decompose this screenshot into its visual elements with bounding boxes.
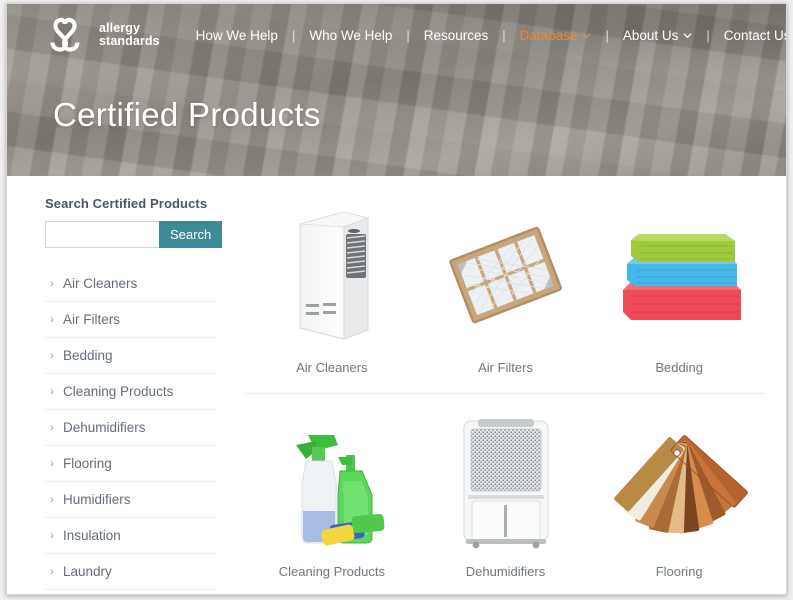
product-tile-air-filters[interactable]: Air Filters	[419, 190, 593, 393]
chevron-right-icon: ›	[50, 276, 54, 290]
screen: allergy standards How We Help | Who We Hel…	[0, 0, 793, 600]
nav-separator: |	[605, 27, 609, 43]
sidebar-item-cleaning-products[interactable]: › Cleaning Products	[45, 374, 215, 410]
nav-separator: |	[706, 27, 710, 43]
sidebar-item-air-cleaners[interactable]: › Air Cleaners	[45, 266, 215, 302]
chevron-right-icon: ›	[50, 456, 54, 470]
nav-item-resources[interactable]: Resources	[422, 28, 491, 43]
chevron-right-icon: ›	[50, 564, 54, 578]
product-label: Dehumidifiers	[465, 564, 546, 579]
folded-sheets-stack-photo	[598, 206, 760, 346]
chevron-right-icon: ›	[50, 528, 54, 542]
product-label: Air Cleaners	[296, 360, 368, 375]
wood-flooring-samples-photo	[598, 410, 760, 550]
sidebar-item-label: Humidifiers	[63, 492, 131, 507]
product-row: Cleaning Products Dehumidifiers Flooring	[245, 394, 766, 594]
product-tile-air-cleaners[interactable]: Air Cleaners	[245, 190, 419, 393]
sidebar-item-label: Bedding	[63, 348, 113, 363]
nav-separator: |	[502, 27, 506, 43]
sidebar-item-insulation[interactable]: › Insulation	[45, 518, 215, 554]
logo-line-2: standards	[99, 34, 160, 48]
product-grid: Air Cleaners Air Filters Bedding Cleanin…	[245, 190, 766, 594]
spray-bottles-sponges-photo	[251, 410, 413, 550]
sidebar-item-bedding[interactable]: › Bedding	[45, 338, 215, 374]
product-tile-cleaning-products[interactable]: Cleaning Products	[245, 394, 419, 594]
search-form: Search	[45, 221, 223, 248]
product-row: Air Cleaners Air Filters Bedding	[245, 190, 766, 394]
sidebar-item-label: Air Cleaners	[63, 276, 138, 291]
sidebar-item-dehumidifiers[interactable]: › Dehumidifiers	[45, 410, 215, 446]
nav-item-about-us[interactable]: About Us	[621, 28, 695, 43]
dehumidifier-unit-photo	[425, 410, 587, 550]
logo-line-1: allergy	[99, 20, 141, 35]
product-label: Bedding	[655, 360, 704, 375]
product-tile-flooring[interactable]: Flooring	[592, 394, 766, 594]
chevron-right-icon: ›	[50, 348, 54, 362]
nav-item-label: Database	[519, 27, 578, 43]
nav-item-label: Contact Us	[723, 27, 786, 43]
chevron-right-icon: ›	[50, 492, 54, 506]
nav-separator: |	[406, 27, 410, 43]
search-heading: Search Certified Products	[45, 196, 208, 211]
nav-separator: |	[291, 27, 296, 43]
nav-item-how-we-help[interactable]: How We Help	[194, 28, 280, 43]
site-logo[interactable]: allergy standards	[45, 17, 160, 53]
page-content: Search Certified Products Search › Air Cl…	[7, 176, 786, 594]
sidebar-item-label: Laundry	[63, 564, 112, 579]
chevron-down-icon	[582, 32, 592, 38]
chevron-down-icon	[683, 32, 692, 38]
search-input[interactable]	[45, 221, 159, 248]
chevron-right-icon: ›	[50, 420, 54, 434]
nav-item-label: Who We Help	[309, 27, 393, 43]
browser-viewport: allergy standards How We Help | Who We Hel…	[6, 3, 787, 595]
hero-banner: allergy standards How We Help | Who We Hel…	[7, 4, 786, 176]
sidebar-item-label: Flooring	[63, 456, 112, 471]
sidebar-item-paint[interactable]: ›Paint	[45, 590, 215, 594]
sidebar-item-label: Cleaning Products	[63, 384, 174, 399]
nav-item-label: Resources	[423, 27, 489, 43]
air-cleaner-tower-photo	[251, 206, 413, 346]
logo-wordmark: allergy standards	[99, 20, 160, 49]
product-tile-bedding[interactable]: Bedding	[592, 190, 766, 393]
sidebar-item-flooring[interactable]: › Flooring	[45, 446, 215, 482]
sidebar: Search Certified Products Search › Air Cl…	[45, 196, 223, 594]
sidebar-item-laundry[interactable]: › Laundry	[45, 554, 215, 590]
chevron-right-icon: ›	[50, 312, 54, 326]
sidebar-item-humidifiers[interactable]: › Humidifiers	[45, 482, 215, 518]
top-navigation-bar: allergy standards How We Help | Who We Hel…	[7, 4, 786, 66]
allergy-standards-monogram-icon	[50, 17, 80, 52]
chevron-right-icon: ›	[50, 384, 54, 398]
pleated-air-filter-photo	[425, 206, 587, 346]
search-button[interactable]: Search	[159, 221, 223, 248]
nav-item-label: About Us	[622, 27, 679, 43]
nav-item-contact-us[interactable]: Contact Us	[722, 28, 786, 43]
sidebar-item-air-filters[interactable]: › Air Filters	[45, 302, 215, 338]
sidebar-item-label: Insulation	[63, 528, 121, 543]
nav-item-label: How We Help	[195, 27, 278, 43]
category-list: › Air Cleaners › Air Filters › Bedding › Cleani…	[45, 266, 215, 594]
product-label: Flooring	[655, 564, 703, 579]
product-label: Air Filters	[478, 360, 533, 375]
product-label: Cleaning Products	[278, 564, 385, 579]
product-tile-dehumidifiers[interactable]: Dehumidifiers	[419, 394, 593, 594]
main-menu: How We Help | Who We Help | Resources | Databa…	[194, 28, 786, 43]
nav-item-who-we-help[interactable]: Who We Help	[307, 28, 394, 43]
sidebar-item-label: Air Filters	[63, 312, 120, 327]
nav-item-database[interactable]: Database	[518, 28, 594, 43]
page-title: Certified Products	[53, 96, 321, 133]
sidebar-item-label: Dehumidifiers	[63, 420, 146, 435]
